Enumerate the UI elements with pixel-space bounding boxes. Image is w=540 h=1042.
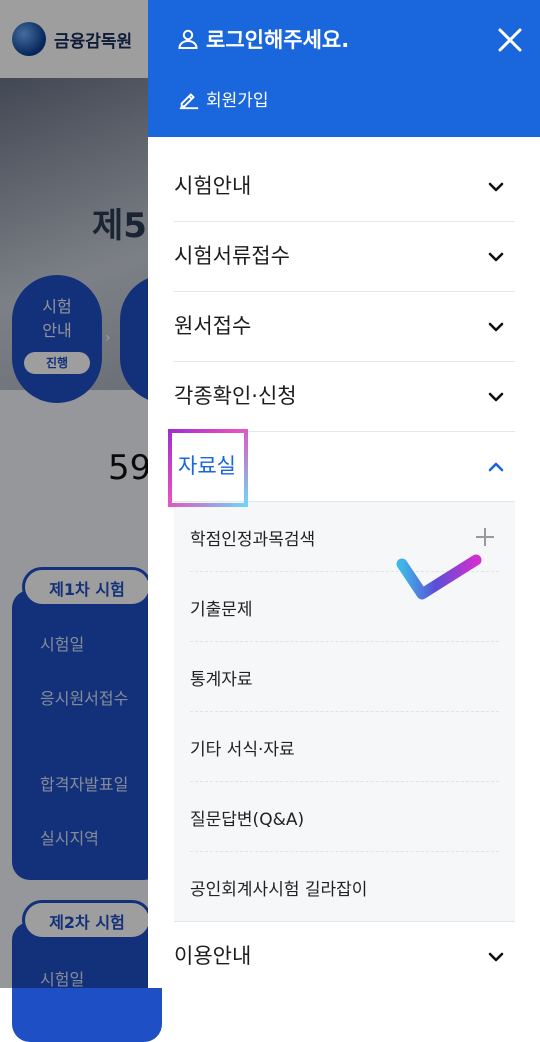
menu-item-archive[interactable]: 자료실: [168, 429, 515, 507]
menu-label: 자료실: [178, 454, 236, 478]
login-link[interactable]: 로그인해주세요.: [176, 24, 349, 54]
menu-label: 시험안내: [174, 174, 252, 198]
menu-item-exam-info[interactable]: 시험안내: [174, 152, 515, 222]
submenu-label: 공인회계사시험 길라잡이: [190, 880, 368, 900]
signup-text: 회원가입: [206, 91, 269, 111]
submenu-item-past-exams[interactable]: 기출문제: [190, 572, 499, 642]
drawer-header: 로그인해주세요. 회원가입: [148, 0, 540, 137]
menu-label: 이용안내: [174, 944, 252, 968]
signup-link[interactable]: 회원가입: [178, 86, 269, 111]
chevron-down-icon: [488, 322, 504, 332]
user-icon: [178, 29, 198, 49]
drawer-menu: 시험안내 시험서류접수 원서접수 각종확인·신청 자료실 학점인정과목검색 기출…: [168, 152, 515, 991]
menu-item-confirmations[interactable]: 각종확인·신청: [174, 362, 515, 432]
submenu-label: 질문답변(Q&A): [190, 810, 305, 830]
submenu-item-other-forms[interactable]: 기타 서식·자료: [190, 712, 499, 782]
side-drawer: 로그인해주세요. 회원가입 시험안내 시험서류접수 원서접수 각종확인·신청 자…: [148, 0, 540, 988]
login-text: 로그인해주세요.: [206, 28, 350, 52]
chevron-down-icon: [488, 252, 504, 262]
menu-item-document-submission[interactable]: 시험서류접수: [174, 222, 515, 292]
menu-item-application[interactable]: 원서접수: [174, 292, 515, 362]
archive-submenu: 학점인정과목검색 기출문제 통계자료 기타 서식·자료 질문답변(Q&A) 공인…: [174, 502, 515, 921]
submenu-label: 기타 서식·자료: [190, 740, 295, 760]
menu-label: 원서접수: [174, 314, 252, 338]
menu-label: 시험서류접수: [174, 244, 290, 268]
submenu-item-credit-course-search[interactable]: 학점인정과목검색: [190, 502, 499, 572]
chevron-down-icon: [488, 392, 504, 402]
chevron-down-icon: [488, 182, 504, 192]
submenu-item-exam-guide[interactable]: 공인회계사시험 길라잡이: [190, 852, 499, 921]
chevron-down-icon: [488, 952, 504, 962]
pencil-icon: [179, 92, 199, 109]
menu-label: 각종확인·신청: [174, 384, 297, 408]
submenu-label: 학점인정과목검색: [190, 530, 316, 550]
submenu-label: 통계자료: [190, 670, 253, 690]
menu-item-usage-guide[interactable]: 이용안내: [174, 921, 515, 991]
chevron-up-icon: [488, 462, 504, 472]
submenu-item-qna[interactable]: 질문답변(Q&A): [190, 782, 499, 852]
submenu-label: 기출문제: [190, 600, 253, 620]
submenu-item-statistics[interactable]: 통계자료: [190, 642, 499, 712]
close-icon[interactable]: [494, 24, 526, 56]
plus-icon[interactable]: [475, 527, 495, 547]
